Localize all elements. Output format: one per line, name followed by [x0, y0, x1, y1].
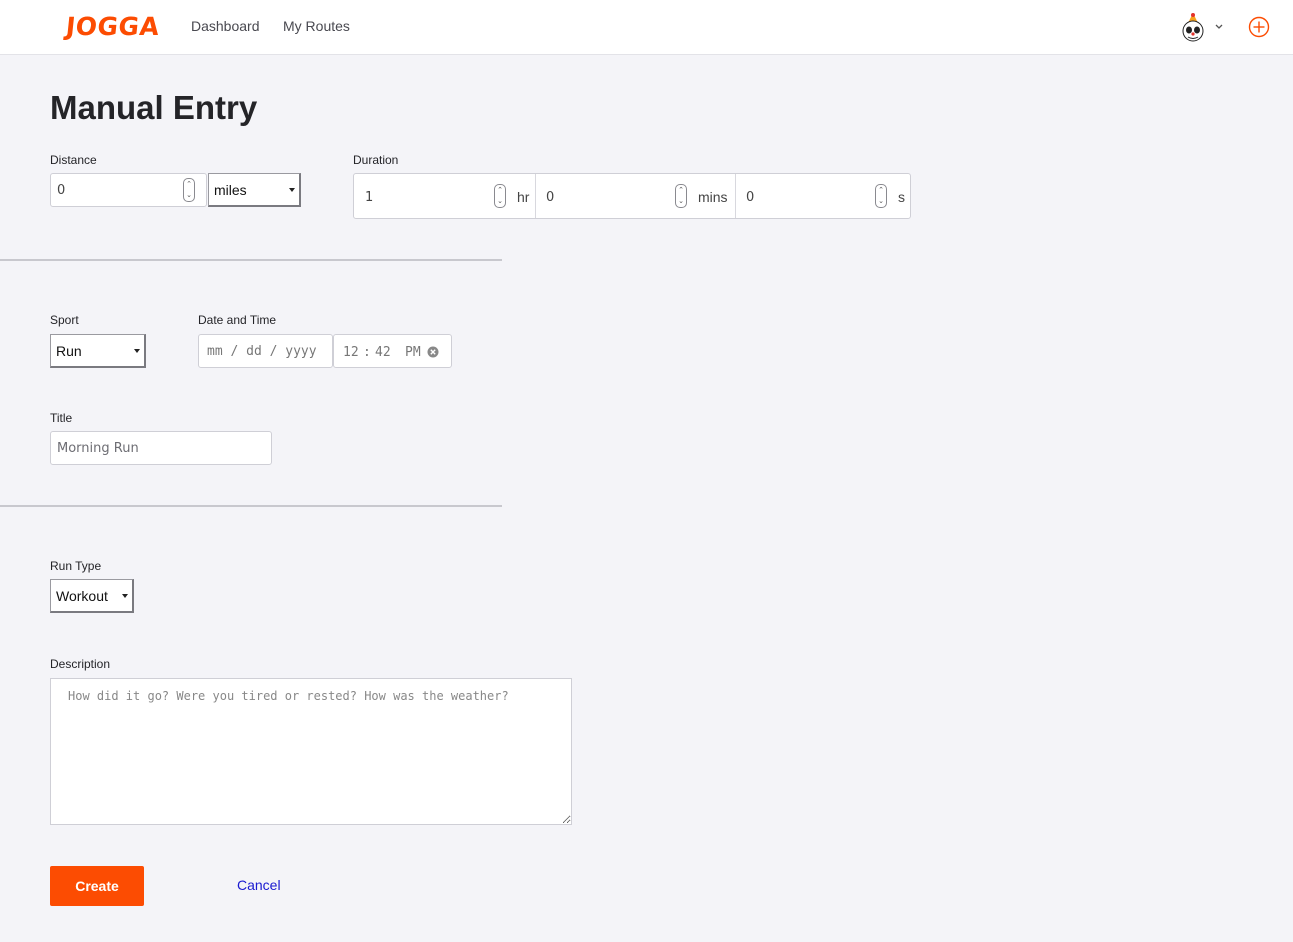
duration-seconds-field[interactable]: 0 ⌃ ⌄ s [736, 174, 911, 218]
duration-seconds-value: 0 [746, 190, 755, 205]
duration-seconds-unit: s [898, 189, 905, 205]
distance-input[interactable]: 0 ⌃ ⌄ [50, 173, 207, 207]
section-divider [0, 259, 502, 261]
time-input[interactable]: 12 : 42 PM [333, 334, 452, 368]
distance-unit-select[interactable]: miles [208, 173, 301, 207]
distance-value: 0 [57, 182, 66, 198]
title-label: Title [50, 411, 73, 425]
description-textarea[interactable] [50, 678, 572, 825]
date-time-label: Date and Time [198, 313, 277, 327]
date-input[interactable]: mm / dd / yyyy [198, 334, 333, 368]
time-ampm: PM [405, 345, 421, 360]
title-placeholder: Morning Run [57, 440, 139, 456]
time-separator: : [363, 345, 371, 360]
duration-minutes-field[interactable]: 0 ⌃ ⌄ mins [536, 174, 735, 218]
chevron-down-icon [289, 187, 295, 192]
run-type-value: Workout [56, 587, 108, 604]
title-input[interactable]: Morning Run [50, 431, 272, 465]
page-title: Manual Entry [50, 89, 258, 126]
distance-stepper[interactable]: ⌃ ⌄ [183, 178, 195, 202]
duration-input-group: 1 ⌃ ⌄ hr 0 ⌃ ⌄ mins 0 ⌃ ⌄ s [353, 173, 911, 219]
description-label: Description [50, 657, 111, 671]
duration-hours-unit: hr [517, 189, 530, 205]
section-divider [0, 505, 502, 507]
create-button[interactable]: Create [50, 866, 144, 906]
distance-label: Distance [50, 153, 97, 167]
avatar-icon[interactable] [1180, 12, 1206, 42]
distance-unit-value: miles [214, 181, 247, 198]
duration-hours-field[interactable]: 1 ⌃ ⌄ hr [354, 174, 535, 218]
sport-select[interactable]: Run [50, 334, 146, 368]
top-nav-bar: JOGGA Dashboard My Routes [0, 0, 1293, 55]
seconds-stepper[interactable]: ⌃ ⌄ [875, 184, 887, 208]
run-type-select[interactable]: Workout [50, 579, 134, 613]
nav-dashboard[interactable]: Dashboard [191, 18, 260, 34]
chevron-down-icon[interactable] [1213, 20, 1225, 32]
chevron-down-icon [134, 348, 140, 353]
date-placeholder: mm / dd / yyyy [207, 343, 317, 359]
cancel-link[interactable]: Cancel [237, 877, 281, 893]
logo[interactable]: JOGGA [64, 12, 161, 41]
duration-minutes-value: 0 [546, 190, 555, 205]
duration-hours-value: 1 [365, 190, 374, 205]
minutes-stepper[interactable]: ⌃ ⌄ [675, 184, 687, 208]
time-hour: 12 [343, 345, 359, 360]
sport-value: Run [56, 342, 82, 359]
hours-stepper[interactable]: ⌃ ⌄ [494, 184, 506, 208]
time-minute: 42 [375, 345, 391, 360]
nav-my-routes[interactable]: My Routes [283, 18, 350, 34]
duration-minutes-unit: mins [698, 189, 728, 205]
duration-label: Duration [353, 153, 399, 167]
run-type-label: Run Type [50, 559, 102, 573]
chevron-down-icon [122, 593, 128, 598]
plus-circle-icon[interactable] [1248, 16, 1270, 38]
clear-icon[interactable] [427, 346, 439, 358]
sport-label: Sport [50, 313, 79, 327]
